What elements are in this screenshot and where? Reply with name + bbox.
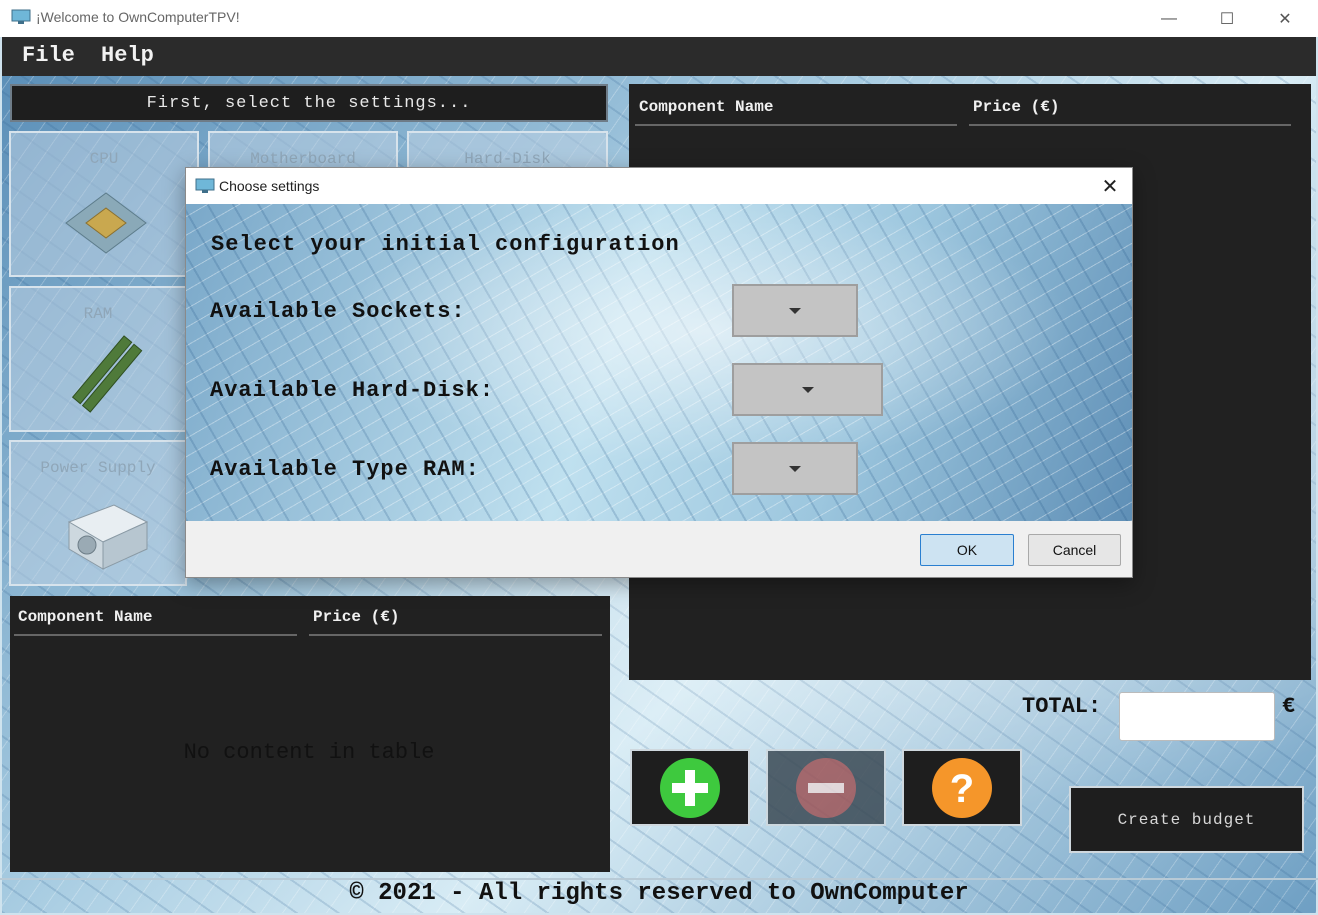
chevron-down-icon — [801, 386, 814, 393]
svg-text:?: ? — [950, 767, 974, 811]
maximize-button[interactable]: ☐ — [1198, 0, 1256, 37]
window-title: ¡Welcome to OwnComputerTPV! — [36, 9, 240, 25]
ram-type-label: Available Type RAM: — [210, 457, 480, 482]
tile-label: RAM — [83, 305, 113, 323]
minimize-button[interactable]: — — [1140, 0, 1198, 37]
left-components-table[interactable]: Component Name Price (€) — [10, 596, 610, 872]
monitor-icon — [195, 178, 215, 193]
help-button[interactable]: ? — [902, 749, 1022, 826]
sockets-label: Available Sockets: — [210, 299, 466, 324]
sockets-dropdown[interactable] — [732, 284, 858, 337]
create-budget-button[interactable]: Create budget — [1069, 786, 1304, 853]
empty-table-message: No content in table — [183, 740, 435, 765]
tile-label: Power Supply — [40, 459, 156, 477]
plus-icon — [660, 757, 720, 818]
footer-copyright: © 2021 - All rights reserved to OwnCompu… — [0, 878, 1318, 915]
settings-header: First, select the settings... — [10, 84, 608, 122]
tile-ram[interactable]: RAM — [9, 286, 187, 432]
tile-label: Motherboard — [250, 150, 356, 168]
dialog-close-button[interactable]: ✕ — [1092, 172, 1128, 200]
dialog-heading: Select your initial configuration — [211, 232, 680, 257]
ok-button[interactable]: OK — [920, 534, 1014, 566]
question-icon: ? — [932, 757, 992, 818]
menu-help[interactable]: Help — [101, 43, 154, 68]
window-titlebar: ¡Welcome to OwnComputerTPV! — ☐ ✕ — [0, 0, 1318, 37]
cpu-icon — [65, 192, 147, 254]
minus-icon — [796, 757, 856, 818]
tile-cpu[interactable]: CPU — [9, 131, 199, 277]
choose-settings-dialog: Choose settings ✕ Select your initial co… — [185, 167, 1133, 578]
hard-disk-label: Available Hard-Disk: — [210, 378, 495, 403]
tile-hard-disk[interactable]: Hard-Disk — [407, 131, 608, 171]
cancel-button[interactable]: Cancel — [1028, 534, 1121, 566]
monitor-icon — [11, 9, 31, 24]
dialog-body: Select your initial configuration Availa… — [186, 204, 1132, 521]
power-supply-icon — [67, 504, 149, 570]
menu-file[interactable]: File — [22, 43, 75, 68]
chevron-down-icon — [789, 465, 801, 472]
ram-type-dropdown[interactable] — [732, 442, 858, 495]
tile-motherboard[interactable]: Motherboard — [208, 131, 398, 171]
column-header-name[interactable]: Component Name — [635, 90, 957, 126]
ram-icon — [71, 335, 143, 413]
chevron-down-icon — [789, 307, 801, 314]
hard-disk-dropdown[interactable] — [732, 363, 883, 416]
total-label: TOTAL: — [1022, 694, 1102, 719]
dialog-titlebar: Choose settings ✕ — [186, 168, 1132, 204]
add-component-button[interactable] — [630, 749, 750, 826]
menu-bar: File Help — [2, 37, 1316, 76]
column-header-name[interactable]: Component Name — [14, 600, 297, 636]
close-button[interactable]: ✕ — [1256, 0, 1314, 37]
column-header-price[interactable]: Price (€) — [309, 600, 602, 636]
column-header-price[interactable]: Price (€) — [969, 90, 1291, 126]
currency-symbol: € — [1282, 694, 1296, 719]
tile-label: Hard-Disk — [464, 150, 551, 168]
tile-power-supply[interactable]: Power Supply — [9, 440, 187, 586]
total-field[interactable] — [1119, 692, 1275, 741]
dialog-title: Choose settings — [219, 178, 320, 194]
tile-label: CPU — [89, 150, 119, 168]
remove-component-button[interactable] — [766, 749, 886, 826]
